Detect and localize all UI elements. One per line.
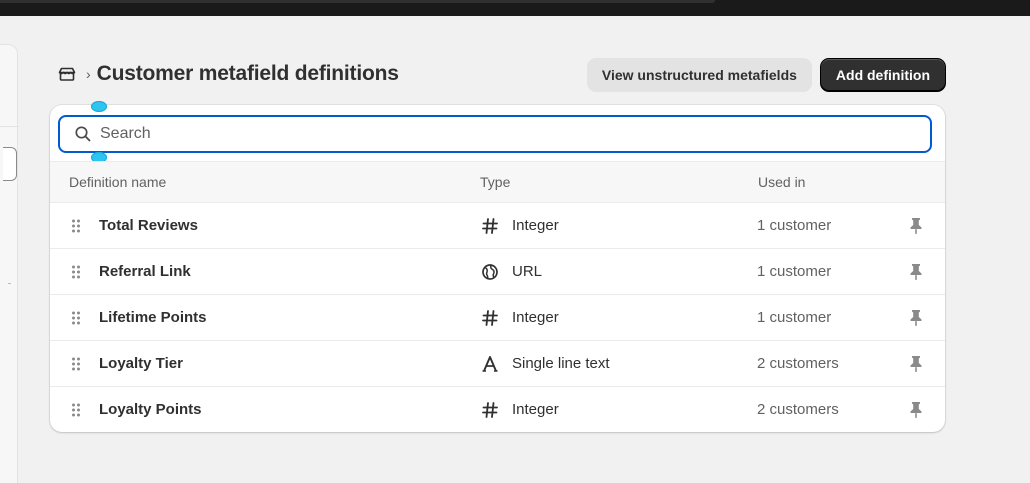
definition-name[interactable]: Referral Link bbox=[99, 263, 191, 280]
table-row[interactable]: Loyalty Points Integer 2 customers bbox=[50, 387, 945, 433]
definition-name[interactable]: Lifetime Points bbox=[99, 309, 207, 326]
drag-handle-icon[interactable] bbox=[71, 311, 81, 325]
drag-handle-icon[interactable] bbox=[71, 403, 81, 417]
panel-control[interactable] bbox=[3, 147, 17, 181]
definition-used-in: 1 customer bbox=[757, 309, 832, 326]
definition-used-in: 1 customer bbox=[757, 217, 832, 234]
selection-handle-top[interactable] bbox=[91, 101, 107, 112]
hash-icon bbox=[480, 400, 500, 420]
header-actions: View unstructured metafields Add definit… bbox=[586, 58, 946, 92]
column-header-used-in: Used in bbox=[758, 174, 806, 190]
pin-icon[interactable] bbox=[907, 400, 925, 420]
definition-type: Single line text bbox=[512, 355, 610, 372]
left-side-panel bbox=[0, 44, 19, 483]
pin-icon[interactable] bbox=[907, 262, 925, 282]
view-unstructured-metafields-button[interactable]: View unstructured metafields bbox=[586, 58, 812, 92]
panel-marker bbox=[8, 283, 11, 284]
page-header: › Customer metafield definitions View un… bbox=[56, 58, 946, 92]
browser-top-bar bbox=[0, 0, 1030, 16]
pin-icon[interactable] bbox=[907, 354, 925, 374]
search-input[interactable] bbox=[92, 117, 930, 151]
table-header: Definition name Type Used in bbox=[50, 161, 945, 203]
definition-type: URL bbox=[512, 263, 543, 280]
definition-used-in: 1 customer bbox=[757, 263, 832, 280]
table-row[interactable]: Lifetime Points Integer 1 customer bbox=[50, 295, 945, 341]
table-row[interactable]: Total Reviews Integer 1 customer bbox=[50, 203, 945, 249]
search-field[interactable] bbox=[58, 115, 932, 153]
add-definition-button[interactable]: Add definition bbox=[819, 58, 946, 92]
definitions-card: Definition name Type Used in Total Revie… bbox=[50, 101, 945, 433]
definition-used-in: 2 customers bbox=[757, 401, 839, 418]
breadcrumb-chevron-icon: › bbox=[86, 66, 91, 82]
definition-type: Integer bbox=[512, 217, 559, 234]
definition-name[interactable]: Loyalty Tier bbox=[99, 355, 183, 372]
top-bar-segment bbox=[0, 0, 715, 3]
drag-handle-icon[interactable] bbox=[71, 357, 81, 371]
store-icon[interactable] bbox=[56, 63, 78, 85]
hash-icon bbox=[480, 216, 500, 236]
definition-name[interactable]: Total Reviews bbox=[99, 217, 198, 234]
page-title: Customer metafield definitions bbox=[96, 62, 399, 85]
definition-type: Integer bbox=[512, 401, 559, 418]
table-row[interactable]: Referral Link URL 1 customer bbox=[50, 249, 945, 295]
hash-icon bbox=[480, 308, 500, 328]
pin-icon[interactable] bbox=[907, 308, 925, 328]
definition-used-in: 2 customers bbox=[757, 355, 839, 372]
column-header-type: Type bbox=[480, 174, 511, 190]
text-icon bbox=[480, 354, 500, 374]
panel-divider bbox=[0, 126, 19, 127]
drag-handle-icon[interactable] bbox=[71, 265, 81, 279]
drag-handle-icon[interactable] bbox=[71, 219, 81, 233]
search-icon bbox=[74, 125, 92, 143]
definitions-list: Total Reviews Integer 1 customer Referra… bbox=[50, 203, 945, 433]
globe-link-icon bbox=[480, 262, 500, 282]
definition-type: Integer bbox=[512, 309, 559, 326]
definition-name[interactable]: Loyalty Points bbox=[99, 401, 202, 418]
table-row[interactable]: Loyalty Tier Single line text 2 customer… bbox=[50, 341, 945, 387]
column-header-definition-name: Definition name bbox=[69, 174, 167, 190]
pin-icon[interactable] bbox=[907, 216, 925, 236]
